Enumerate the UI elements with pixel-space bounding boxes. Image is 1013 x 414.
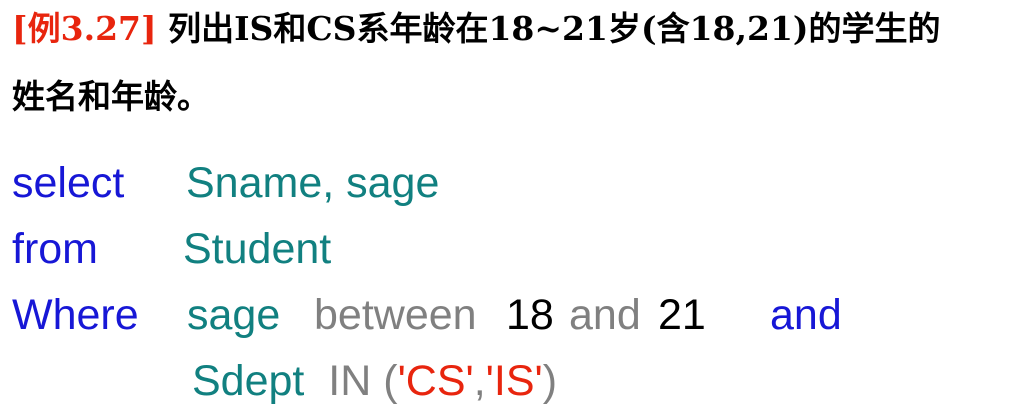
in-keyword: IN ( [328,357,398,405]
close-paren: ) [542,357,558,405]
where-column: sage [187,291,281,339]
between-keyword: between [314,291,477,339]
select-columns: Sname, sage [186,159,440,207]
low-value: 18 [506,291,554,339]
comma: , [473,357,486,405]
string-cs: 'CS' [397,357,474,405]
dept-column: Sdept [192,357,305,405]
high-value: 21 [658,291,706,339]
from-table: Student [183,225,332,273]
question-text: [例3.27] 列出IS和CS系年龄在18~21岁(含18,21)的学生的姓名和… [12,8,1007,118]
select-keyword: select [12,159,125,207]
example-label: [例3.27] [12,9,157,48]
question-line-2: 姓名和年龄。 [12,77,210,116]
slide: [例3.27] 列出IS和CS系年龄在18~21岁(含18,21)的学生的姓名和… [0,0,1013,409]
where-keyword: Where [12,291,139,339]
from-keyword: from [12,225,98,273]
string-is: 'IS' [485,357,543,405]
question-line-1: 列出IS和CS系年龄在18~21岁(含18,21)的学生的 [156,9,941,48]
and-keyword-logic: and [770,291,842,339]
and-keyword-range: and [569,291,641,339]
in-clause: Sdept IN ('CS','IS') [192,348,557,414]
